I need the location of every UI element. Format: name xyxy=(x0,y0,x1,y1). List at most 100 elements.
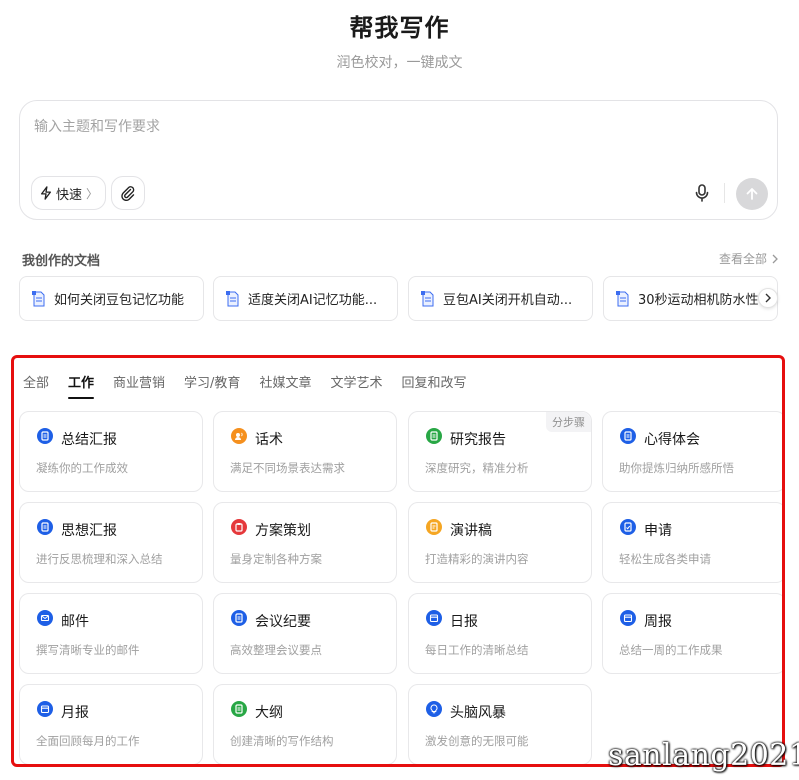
template-card[interactable]: 月报全面回顾每月的工作 xyxy=(19,684,203,764)
template-description: 打造精彩的演讲内容 xyxy=(425,552,529,566)
arrow-up-icon xyxy=(746,188,758,200)
watermark: sanlang2021 xyxy=(608,738,799,773)
page-subtitle: 润色校对，一键成文 xyxy=(336,55,463,71)
chevron-right-icon xyxy=(765,293,771,303)
lightbulb-icon xyxy=(426,701,442,717)
page-title: 帮我写作 xyxy=(349,14,450,42)
tab-social-media[interactable]: 社媒文章 xyxy=(259,372,311,391)
template-title: 申请 xyxy=(644,523,672,539)
topic-input[interactable] xyxy=(34,115,734,139)
template-card[interactable]: 会议纪要高效整理会议要点 xyxy=(213,593,397,674)
doc-file-icon xyxy=(226,290,239,306)
template-description: 创建清晰的写作结构 xyxy=(230,734,334,748)
step-by-step-badge: 分步骤 xyxy=(546,412,591,432)
template-description: 深度研究，精准分析 xyxy=(425,461,529,475)
send-button[interactable] xyxy=(736,178,768,210)
category-tabs: 全部 工作 商业营销 学习/教育 社媒文章 文学艺术 回复和改写 xyxy=(23,372,466,399)
template-card[interactable]: 心得体会助你提炼归纳所感所悟 xyxy=(602,411,782,492)
attach-button[interactable] xyxy=(111,176,145,210)
tab-literature-art[interactable]: 文学艺术 xyxy=(330,372,382,391)
template-card[interactable]: 研究报告深度研究，精准分析 分步骤 xyxy=(408,411,592,492)
doc-file-icon xyxy=(421,290,434,306)
template-description: 进行反思梳理和深入总结 xyxy=(36,552,163,566)
template-description: 满足不同场景表达需求 xyxy=(230,461,345,475)
template-title: 演讲稿 xyxy=(450,523,492,539)
template-title: 研究报告 xyxy=(450,432,506,448)
template-description: 总结一周的工作成果 xyxy=(619,643,723,657)
template-description: 助你提炼归纳所感所悟 xyxy=(619,461,734,475)
template-title: 大纲 xyxy=(255,705,283,721)
template-title: 日报 xyxy=(450,614,478,630)
template-card[interactable]: 总结汇报凝练你的工作成效 xyxy=(19,411,203,492)
outline-icon xyxy=(231,701,247,717)
template-title: 邮件 xyxy=(61,614,89,630)
doc-card[interactable]: 30秒运动相机防水性 xyxy=(603,276,778,321)
microphone-icon[interactable] xyxy=(692,183,712,203)
template-card[interactable]: 日报每日工作的清晰总结 xyxy=(408,593,592,674)
tab-all[interactable]: 全部 xyxy=(23,372,49,391)
lightning-icon xyxy=(40,186,52,200)
template-description: 全面回顾每月的工作 xyxy=(36,734,140,748)
speed-mode-chevron: 〉 xyxy=(86,186,99,201)
doc-title: 适度关闭AI记忆功能... xyxy=(248,293,378,308)
doc-title: 豆包AI关闭开机自动... xyxy=(443,293,573,308)
template-title: 月报 xyxy=(61,705,89,721)
doc-file-icon xyxy=(32,290,45,306)
template-description: 撰写清晰专业的邮件 xyxy=(36,643,140,657)
doc-title: 30秒运动相机防水性 xyxy=(638,293,759,308)
speed-mode-button[interactable]: 快速 〉 xyxy=(31,176,106,210)
template-card[interactable]: 话术满足不同场景表达需求 xyxy=(213,411,397,492)
mail-icon xyxy=(37,610,53,626)
tab-business-marketing[interactable]: 商业营销 xyxy=(113,372,165,391)
template-description: 每日工作的清晰总结 xyxy=(425,643,529,657)
chevron-right-icon xyxy=(772,254,778,263)
divider xyxy=(724,183,725,203)
calendar-icon xyxy=(426,610,442,626)
template-card[interactable]: 大纲创建清晰的写作结构 xyxy=(213,684,397,764)
template-card[interactable]: 邮件撰写清晰专业的邮件 xyxy=(19,593,203,674)
my-docs-header: 我创作的文档 xyxy=(22,254,101,269)
template-title: 方案策划 xyxy=(255,523,311,539)
document-icon xyxy=(231,610,247,626)
template-title: 头脑风暴 xyxy=(450,705,506,721)
calendar-icon xyxy=(620,610,636,626)
doc-title: 如何关闭豆包记忆功能 xyxy=(54,293,185,308)
template-description: 高效整理会议要点 xyxy=(230,643,322,657)
template-title: 心得体会 xyxy=(644,432,700,448)
template-description: 轻松生成各类申请 xyxy=(619,552,711,566)
template-section-highlight: 全部 工作 商业营销 学习/教育 社媒文章 文学艺术 回复和改写 总结汇报凝练你… xyxy=(11,355,785,767)
template-title: 总结汇报 xyxy=(61,432,117,448)
template-title: 话术 xyxy=(255,432,283,448)
plan-icon xyxy=(231,519,247,535)
tab-reply-rewrite[interactable]: 回复和改写 xyxy=(401,372,466,391)
view-all-label: 查看全部 xyxy=(719,252,768,266)
doc-card[interactable]: 适度关闭AI记忆功能... xyxy=(213,276,398,321)
template-card[interactable]: 演讲稿打造精彩的演讲内容 xyxy=(408,502,592,583)
template-description: 凝练你的工作成效 xyxy=(36,461,128,475)
paperclip-icon xyxy=(121,186,135,201)
doc-card[interactable]: 如何关闭豆包记忆功能 xyxy=(19,276,204,321)
template-card[interactable]: 申请轻松生成各类申请 xyxy=(602,502,782,583)
doc-card[interactable]: 豆包AI关闭开机自动... xyxy=(408,276,593,321)
document-icon xyxy=(37,428,53,444)
speech-icon xyxy=(426,519,442,535)
docs-scroll-right-button[interactable] xyxy=(758,288,778,308)
template-card[interactable]: 周报总结一周的工作成果 xyxy=(602,593,782,674)
template-title: 周报 xyxy=(644,614,672,630)
tab-work[interactable]: 工作 xyxy=(68,372,95,399)
report-icon xyxy=(426,428,442,444)
calendar-icon xyxy=(37,701,53,717)
template-description: 激发创意的无限可能 xyxy=(425,734,529,748)
person-speech-icon xyxy=(231,428,247,444)
template-title: 会议纪要 xyxy=(255,614,311,630)
tab-study-education[interactable]: 学习/教育 xyxy=(184,372,240,391)
document-icon xyxy=(620,428,636,444)
template-description: 量身定制各种方案 xyxy=(230,552,322,566)
writing-composer: 快速 〉 xyxy=(19,100,778,220)
template-card[interactable]: 思想汇报 进行反思梳理和深入总结 xyxy=(19,502,203,583)
template-card[interactable]: 方案策划量身定制各种方案 xyxy=(213,502,397,583)
application-icon xyxy=(620,519,636,535)
view-all-docs-link[interactable]: 查看全部 xyxy=(719,250,779,267)
speed-mode-label: 快速 xyxy=(55,187,82,203)
template-card[interactable]: 头脑风暴激发创意的无限可能 xyxy=(408,684,592,764)
